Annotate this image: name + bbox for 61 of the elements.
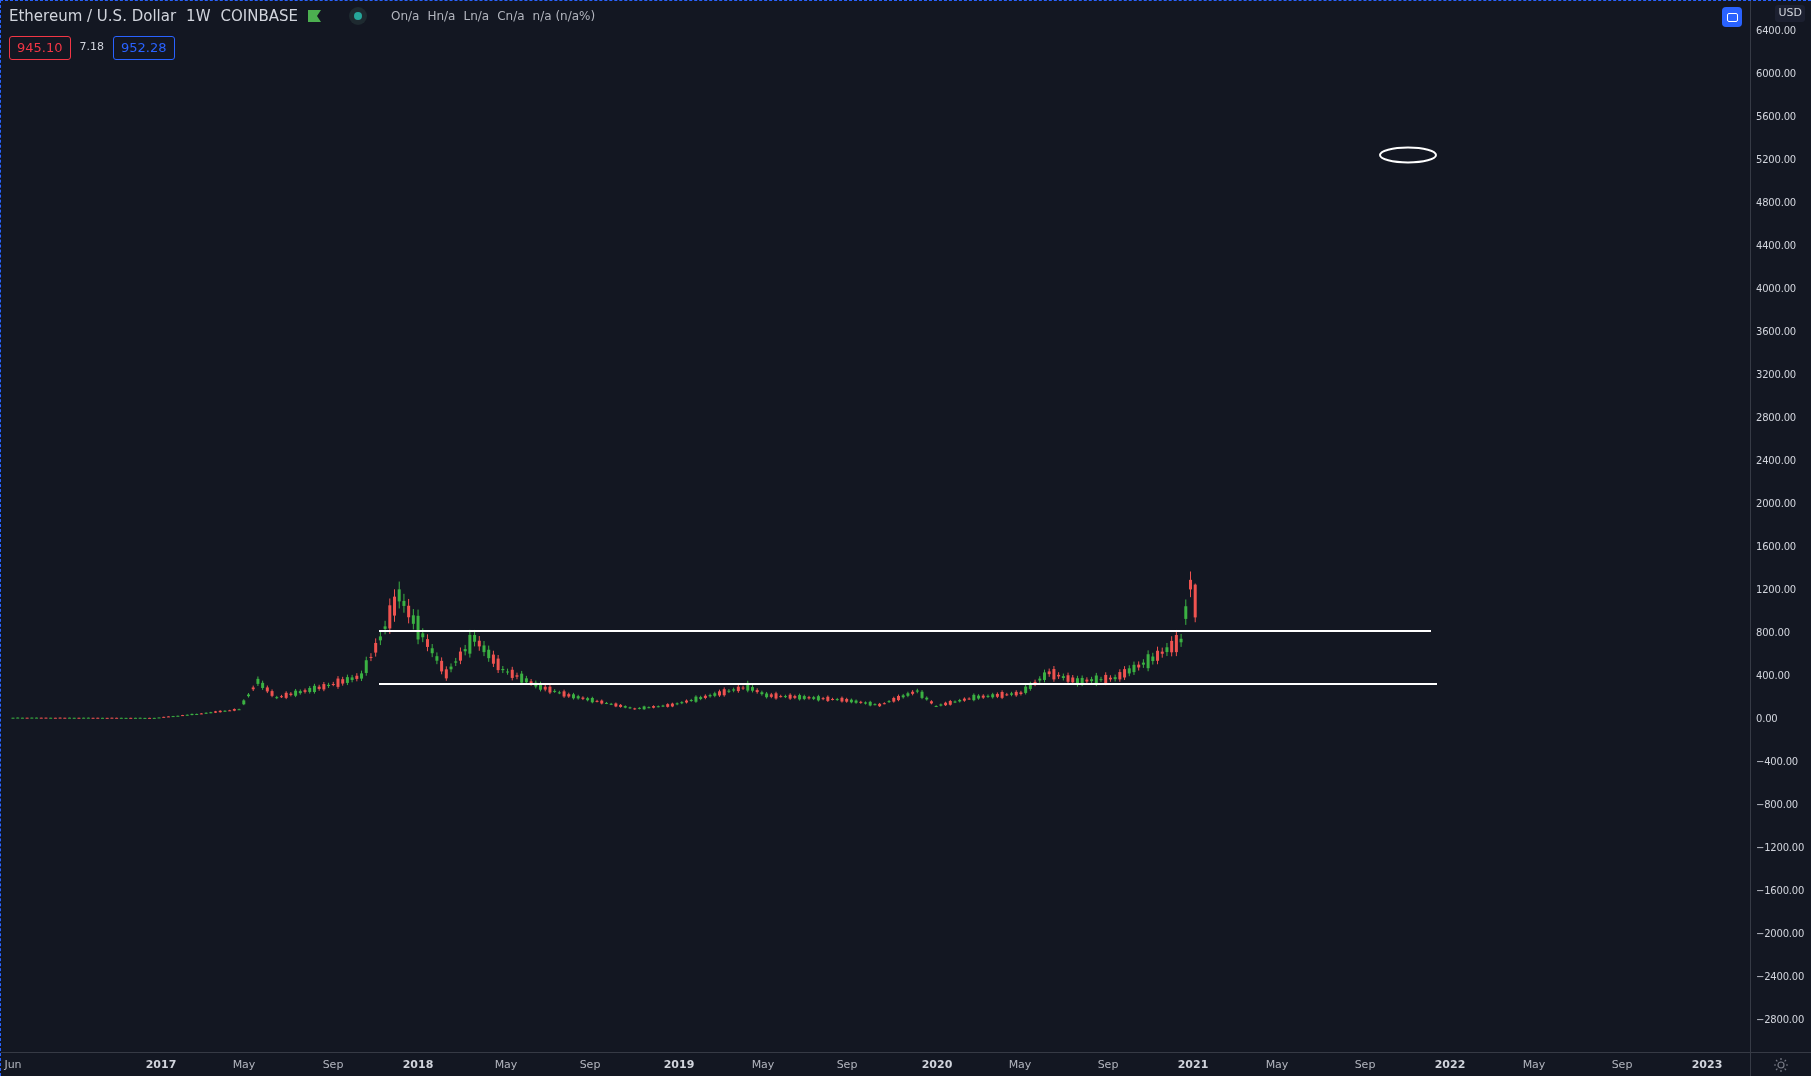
price-label: −2000.00: [1756, 927, 1805, 941]
price-label: 4800.00: [1756, 196, 1796, 210]
time-label: May: [1265, 1058, 1289, 1072]
flag-icon[interactable]: [307, 10, 321, 23]
ellipse-shape[interactable]: [1379, 146, 1437, 164]
price-axis[interactable]: USD 6400.00 6000.00 5600.00 5200.00 4800.00 4400.00 4000.00 3600.00 3200.00 2800.00 2400.00 2000.00 1600.00 1200.00 800.00 400.00 0.00 −400.00 −800.00 −1200.00 −1600.00 −2000.00 −2400.00 −2800.00: [1750, 1, 1811, 1052]
interval-label[interactable]: 1W: [186, 5, 211, 28]
price-label: 6000.00: [1756, 67, 1796, 81]
price-label: 2000.00: [1756, 497, 1796, 511]
ohlc-value: On/a: [390, 8, 420, 26]
time-label: Sep: [1097, 1058, 1119, 1072]
price-label: 5600.00: [1756, 110, 1796, 124]
ohlc-value: Hn/a: [427, 8, 456, 26]
price-label: 2800.00: [1756, 411, 1796, 425]
time-label: Sep: [322, 1058, 344, 1072]
time-label: 2017: [145, 1058, 177, 1072]
ohlc-value: Ln/a: [463, 8, 490, 26]
price-label: −2400.00: [1756, 970, 1805, 984]
change-value: n/a (n/a%): [532, 8, 596, 26]
price-label: −800.00: [1756, 798, 1798, 812]
time-label: 2021: [1177, 1058, 1209, 1072]
price-label: 4400.00: [1756, 239, 1796, 253]
time-label: Sep: [1611, 1058, 1633, 1072]
time-label: Sep: [579, 1058, 601, 1072]
price-label: 6400.00: [1756, 24, 1796, 38]
price-label: −2800.00: [1756, 1013, 1805, 1027]
price-label: −1200.00: [1756, 841, 1805, 855]
price-label: 1600.00: [1756, 540, 1796, 554]
time-label: Sep: [1354, 1058, 1376, 1072]
time-label: May: [232, 1058, 256, 1072]
price-label: 2400.00: [1756, 454, 1796, 468]
buy-price-button[interactable]: 952.28: [113, 35, 175, 60]
time-label: 2023: [1691, 1058, 1723, 1072]
price-label: 5200.00: [1756, 153, 1796, 167]
time-label: 2019: [663, 1058, 695, 1072]
ohlc-value: Cn/a: [497, 8, 525, 26]
price-label: 800.00: [1756, 626, 1790, 640]
price-label: −400.00: [1756, 755, 1798, 769]
time-label: 2022: [1434, 1058, 1466, 1072]
time-label: Jun: [4, 1058, 22, 1072]
price-label: 4000.00: [1756, 282, 1796, 296]
fullscreen-button[interactable]: [1722, 7, 1742, 27]
currency-label[interactable]: USD: [1775, 5, 1805, 22]
time-label: 2020: [921, 1058, 953, 1072]
time-label: Sep: [836, 1058, 858, 1072]
price-label: 0.00: [1756, 712, 1778, 726]
price-label: 400.00: [1756, 669, 1790, 683]
time-label: 2018: [402, 1058, 434, 1072]
symbol-title: Ethereum / U.S. Dollar: [9, 6, 177, 27]
price-label: 1200.00: [1756, 583, 1796, 597]
price-label: 3600.00: [1756, 325, 1796, 339]
time-label: May: [1522, 1058, 1546, 1072]
exchange-label: COINBASE: [220, 6, 298, 27]
time-label: May: [751, 1058, 775, 1072]
price-label: −1600.00: [1756, 884, 1805, 898]
sell-price-button[interactable]: 945.10: [9, 35, 71, 60]
time-label: May: [494, 1058, 518, 1072]
price-label: 3200.00: [1756, 368, 1796, 382]
spread-value: 7.18: [79, 39, 104, 56]
settings-icon[interactable]: [1773, 1056, 1789, 1073]
time-label: May: [1008, 1058, 1032, 1072]
